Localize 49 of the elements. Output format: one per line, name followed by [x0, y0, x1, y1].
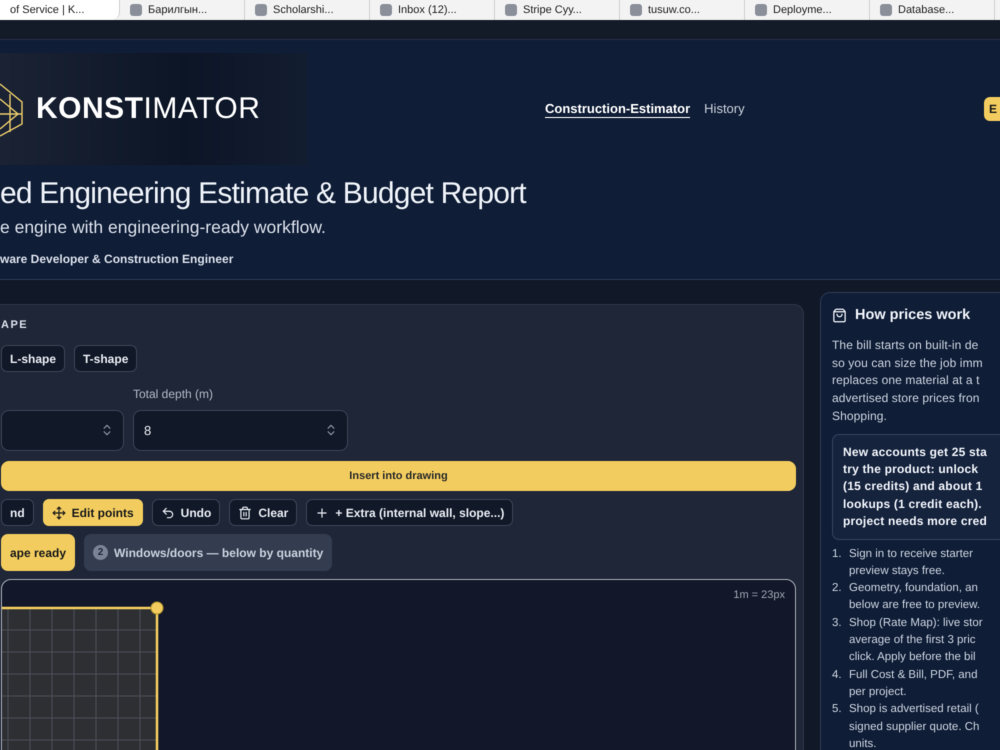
scale-label: 1m = 23px	[733, 589, 785, 601]
author-line: ware Developer & Construction Engineer	[0, 252, 234, 266]
number-field[interactable]	[1, 410, 124, 451]
list-number: 5.	[832, 702, 843, 718]
nav-link[interactable]: Construction-Estimator	[545, 100, 690, 118]
list-item-text: Shop is advertised retail ( signed supplier quote. Ch units.	[849, 702, 980, 750]
favicon-icon	[880, 4, 892, 16]
page-title: ed Engineering Estimate & Budget Report	[0, 177, 528, 211]
header-button[interactable]: E	[984, 97, 1000, 121]
list-item-text: Full Cost & Bill, PDF, and per project.	[849, 668, 978, 700]
favicon-icon	[505, 4, 517, 16]
panel-title: How prices work	[855, 307, 970, 323]
favicon-icon	[630, 4, 642, 16]
favicon-icon	[130, 4, 142, 16]
step-pill: ape ready	[1, 534, 76, 571]
note-text: New accounts get 25 sta try the product: unlock (15 credits) and about 1 lookups (1 credit each). project needs more cred	[843, 444, 988, 530]
list-item-text: Geometry, foundation, an below are free to preview.	[849, 581, 980, 614]
favicon-icon	[255, 4, 267, 16]
field-label: Total depth (m)	[133, 387, 214, 402]
undo-icon	[160, 506, 175, 520]
insert-button[interactable]: Insert into drawing	[1, 461, 796, 491]
tool-button[interactable]: + Extra (internal wall, slope...)	[306, 499, 514, 526]
move-icon	[52, 506, 66, 520]
favicon-icon	[380, 4, 392, 16]
nav-link[interactable]: History	[704, 100, 745, 118]
plus-icon	[315, 506, 330, 520]
logo-text: KONSTIMATOR	[36, 92, 260, 126]
tool-button[interactable]: nd	[1, 499, 34, 526]
step-pill: 2 Windows/doors — below by quantity	[84, 534, 332, 571]
shape-option[interactable]: T-shape	[74, 345, 138, 372]
number-field[interactable]: 8	[133, 410, 348, 451]
prices-paragraph: The bill starts on built-in de so you can size the job imm replaces one material at a t advertised store prices fron Shopping.	[832, 337, 984, 425]
list-number: 3.	[832, 616, 843, 631]
list-number: 2.	[832, 581, 843, 596]
page-subtitle: e engine with engineering-ready workflow.	[0, 217, 327, 238]
list-number: 1.	[832, 546, 843, 562]
step-number: 2	[93, 545, 108, 560]
bookmark-tab[interactable]: of Service | K...	[0, 0, 120, 20]
tool-button[interactable]: Clear	[229, 499, 298, 526]
list-number: 4.	[832, 668, 843, 683]
list-item-text: Sign in to receive starter preview stays free.	[849, 546, 974, 579]
list-item-text: Shop (Rate Map): live stor average of the first 3 pric click. Apply before the bil	[849, 616, 983, 666]
section-label: APE	[1, 319, 30, 331]
shopping-bag-icon	[832, 308, 847, 322]
tool-button[interactable]: Edit points	[42, 499, 143, 526]
favicon-icon	[755, 4, 767, 16]
tool-button[interactable]: Undo	[152, 499, 220, 526]
trash-icon	[238, 506, 252, 520]
shape-option[interactable]: L-shape	[1, 345, 66, 372]
